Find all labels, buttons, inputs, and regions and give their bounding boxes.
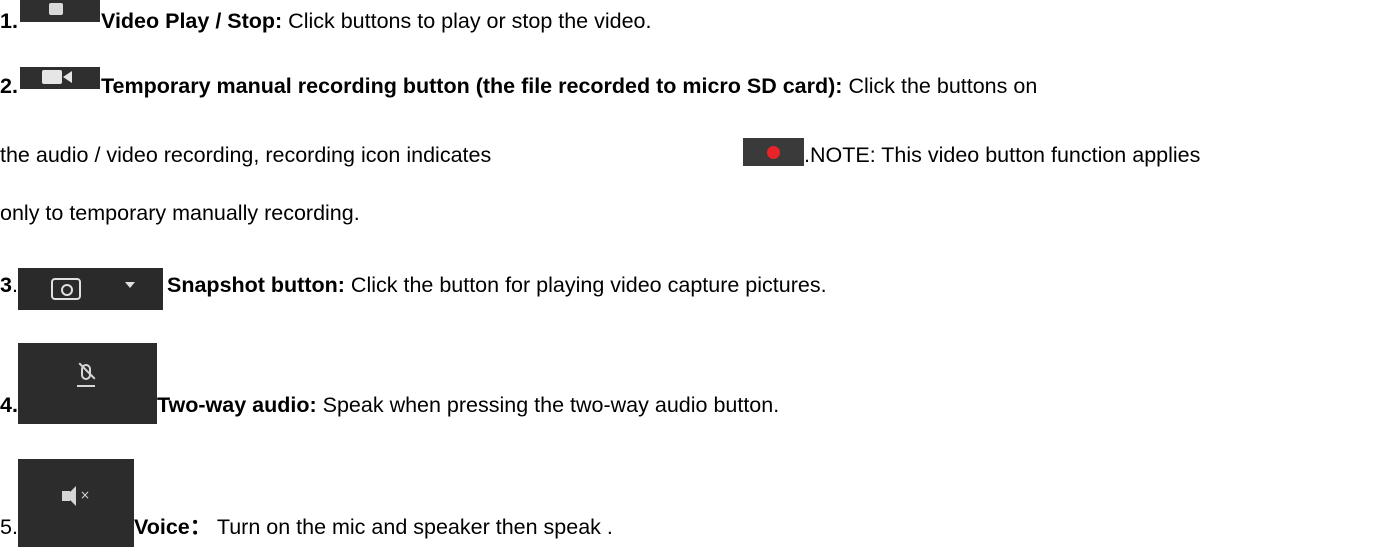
mic-mute-icon [18, 343, 157, 424]
item-3-number-line: 3. [0, 270, 18, 300]
item-2-text-line3: only to temporary manually recording. [0, 198, 360, 228]
item-2-text-line2a: the audio / video recording, recording i… [0, 140, 491, 170]
item-2-text-line1: Temporary manual recording button (the f… [101, 71, 1037, 101]
item-description-part2: the audio / video recording, recording i… [0, 143, 492, 167]
camera-snapshot-icon [18, 268, 163, 310]
item-number: 5. [0, 515, 18, 539]
item-4-text: Two-way audio: Speak when pressing the t… [157, 390, 779, 420]
item-description: Click buttons to play or stop the video. [282, 9, 652, 33]
item-description-part4: only to temporary manually recording. [0, 201, 360, 225]
item-description-part1: Click the buttons on [842, 74, 1038, 98]
item-title: Two-way audio: [157, 393, 317, 417]
item-1-text: Video Play / Stop: Click buttons to play… [101, 6, 651, 36]
item-title: Snapshot button: [167, 273, 345, 297]
item-5-number-line: 5. [0, 512, 18, 542]
record-camera-icon [20, 67, 100, 89]
item-description: Turn on the mic and speaker then speak . [211, 515, 613, 539]
speaker-mute-icon: × [18, 459, 134, 547]
item-2-text-line2b: .NOTE: This video button function applie… [804, 140, 1200, 170]
recording-dot-icon [743, 138, 804, 166]
item-5-text: Voice： Turn on the mic and speaker then … [134, 512, 613, 542]
item-title: Video Play / Stop: [101, 9, 283, 33]
item-2-number-line: 2. [0, 71, 18, 101]
item-title: Voice： [134, 515, 212, 539]
item-1-line: 1. [0, 6, 18, 36]
item-description: Speak when pressing the two-way audio bu… [316, 393, 780, 417]
item-4-number-line: 4. [0, 390, 18, 420]
item-number: 4. [0, 393, 18, 417]
item-title: Temporary manual recording button (the f… [101, 74, 843, 98]
item-number: 1. [0, 9, 18, 33]
item-3-text: Snapshot button: Click the button for pl… [167, 270, 827, 300]
item-description: Click the button for playing video captu… [344, 273, 827, 297]
item-number: 2. [0, 74, 18, 98]
item-description-part3: .NOTE: This video button function applie… [804, 143, 1201, 167]
item-number: 3 [0, 273, 12, 297]
stop-icon [20, 0, 100, 22]
